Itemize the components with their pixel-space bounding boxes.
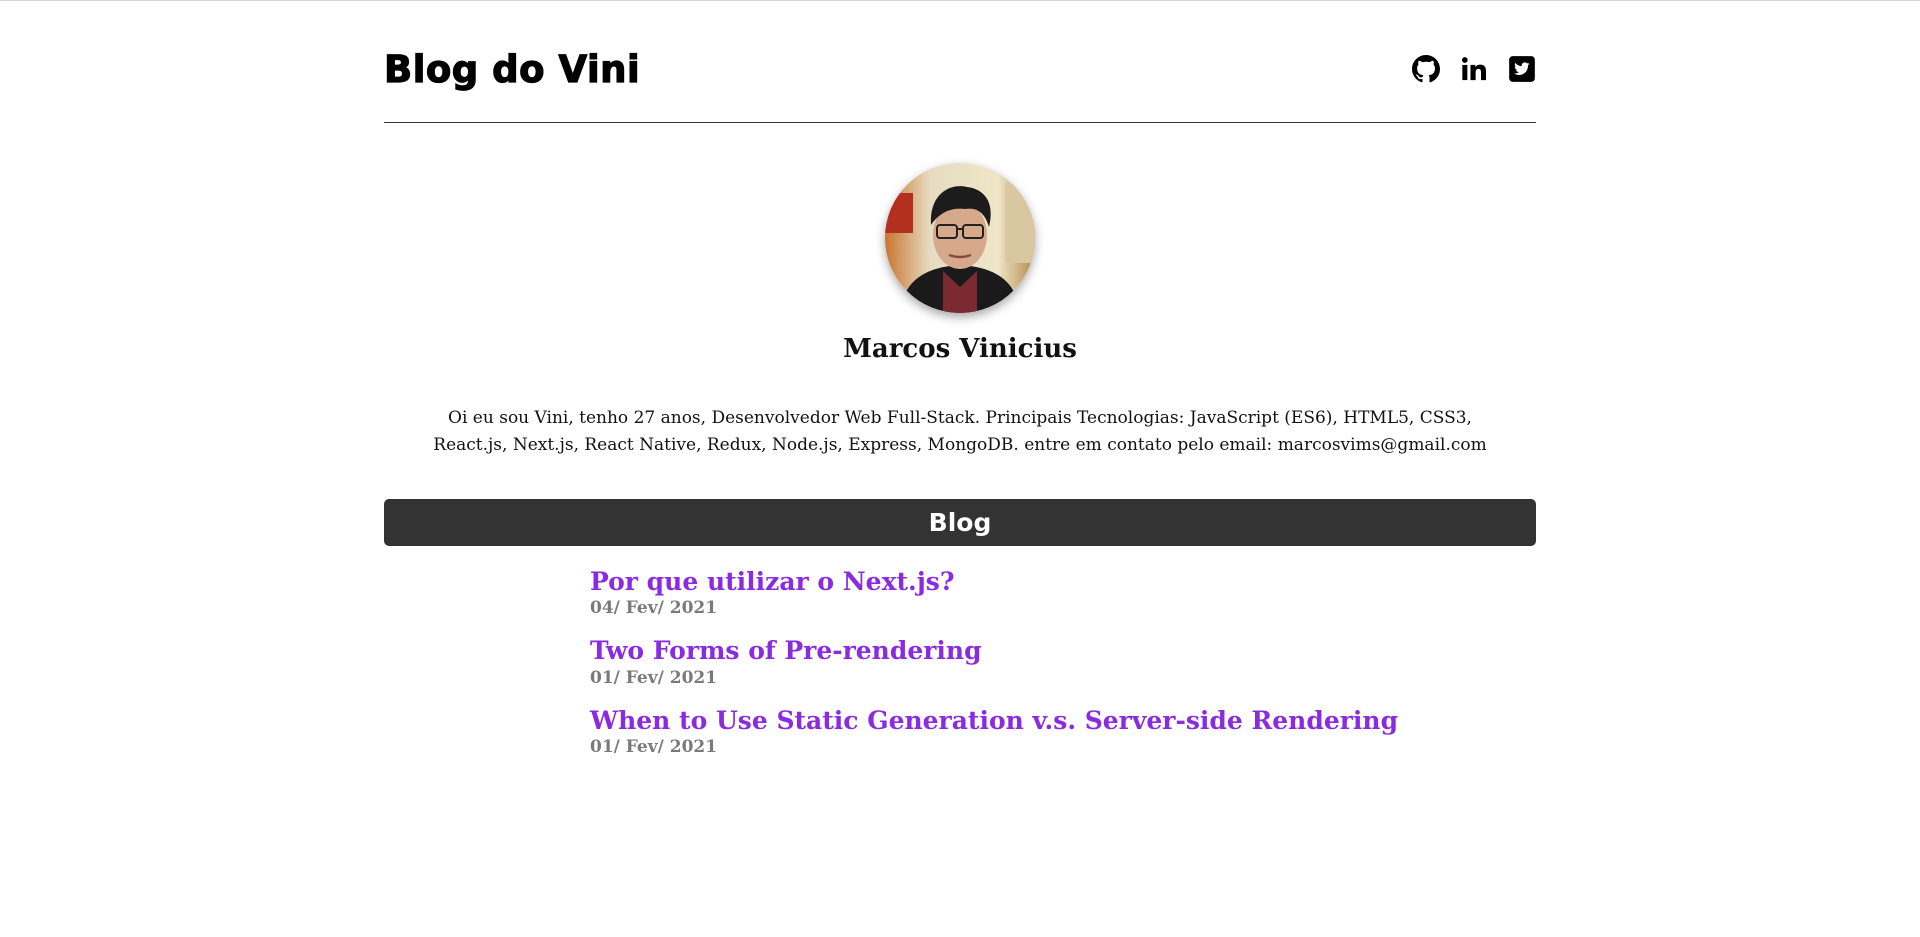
profile-photo bbox=[885, 163, 1035, 313]
list-item: Por que utilizar o Next.js? 04/ Fev/ 202… bbox=[590, 568, 1536, 620]
list-item: Two Forms of Pre-rendering 01/ Fev/ 2021 bbox=[590, 637, 1536, 689]
linkedin-icon bbox=[1461, 57, 1487, 81]
blog-header-bar: Blog bbox=[384, 498, 1536, 546]
post-date: 01/ Fev/ 2021 bbox=[590, 667, 718, 688]
post-title-link[interactable]: Two Forms of Pre-rendering bbox=[590, 637, 982, 665]
site-title[interactable]: Blog do Vini bbox=[383, 50, 640, 88]
profile-name: Marcos Vinicius bbox=[843, 334, 1077, 364]
post-date: 01/ Fev/ 2021 bbox=[590, 737, 718, 758]
social-links bbox=[1412, 55, 1536, 83]
blog-section: Blog Por que utilizar o Next.js? 04/ Fev… bbox=[384, 498, 1536, 759]
post-list: Por que utilizar o Next.js? 04/ Fev/ 202… bbox=[590, 568, 1536, 759]
page-container: Blog do Vini Marcos Vinicius Oi eu sou V… bbox=[383, 1, 1536, 777]
linkedin-link[interactable] bbox=[1460, 55, 1488, 83]
github-link[interactable] bbox=[1412, 55, 1440, 83]
github-icon bbox=[1412, 55, 1440, 83]
profile-bio: Oi eu sou Vini, tenho 27 anos, Desenvolv… bbox=[433, 407, 1487, 455]
avatar bbox=[885, 163, 1035, 313]
post-date: 04/ Fev/ 2021 bbox=[590, 598, 718, 619]
list-item: When to Use Static Generation v.s. Serve… bbox=[590, 707, 1536, 759]
twitter-link[interactable] bbox=[1508, 55, 1536, 83]
site-header: Blog do Vini bbox=[383, 1, 1536, 123]
twitter-icon bbox=[1509, 56, 1535, 82]
profile-section: Marcos Vinicius Oi eu sou Vini, tenho 27… bbox=[384, 163, 1536, 459]
post-title-link[interactable]: Por que utilizar o Next.js? bbox=[590, 568, 955, 596]
blog-heading: Blog bbox=[928, 507, 992, 537]
post-title-link[interactable]: When to Use Static Generation v.s. Serve… bbox=[590, 707, 1398, 735]
